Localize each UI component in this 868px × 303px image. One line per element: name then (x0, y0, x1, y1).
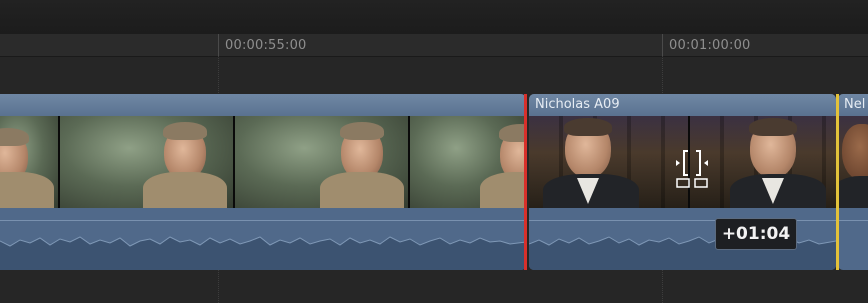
trim-offset-timecode: +01:04 (715, 218, 797, 250)
clip-name: Nel (844, 97, 866, 112)
filmstrip-frame (0, 116, 60, 208)
clip-audio-waveform (838, 208, 868, 270)
clip-audio-waveform (0, 208, 526, 270)
ruler-tick (218, 34, 219, 56)
clip-header: Nicholas A09 (529, 94, 836, 116)
clip-name: Nicholas A09 (535, 97, 620, 112)
filmstrip-frame (689, 116, 836, 208)
filmstrip-frame (838, 116, 868, 208)
video-clip-1[interactable] (0, 94, 526, 270)
video-clip-3[interactable]: Nel (838, 94, 868, 270)
clip-filmstrip (0, 116, 526, 208)
ruler-timecode-1m: 00:01:00:00 (669, 38, 751, 53)
filmstrip-frame (529, 116, 690, 208)
ruler-timecode-55s: 00:00:55:00 (225, 38, 307, 53)
edit-point-yellow[interactable] (836, 94, 839, 270)
filmstrip-frame (410, 116, 526, 208)
edit-point-red[interactable] (524, 94, 527, 270)
ruler-tick (662, 34, 663, 56)
timeline-toolbar (0, 0, 868, 35)
filmstrip-frame (59, 116, 236, 208)
clip-header: Nel (838, 94, 868, 116)
timeline-ruler[interactable]: 00:00:55:00 00:01:00:00 (0, 34, 868, 57)
filmstrip-frame (235, 116, 411, 208)
clip-filmstrip (838, 116, 868, 208)
clip-header (0, 94, 526, 116)
trim-ripple-cursor-icon (674, 147, 710, 189)
